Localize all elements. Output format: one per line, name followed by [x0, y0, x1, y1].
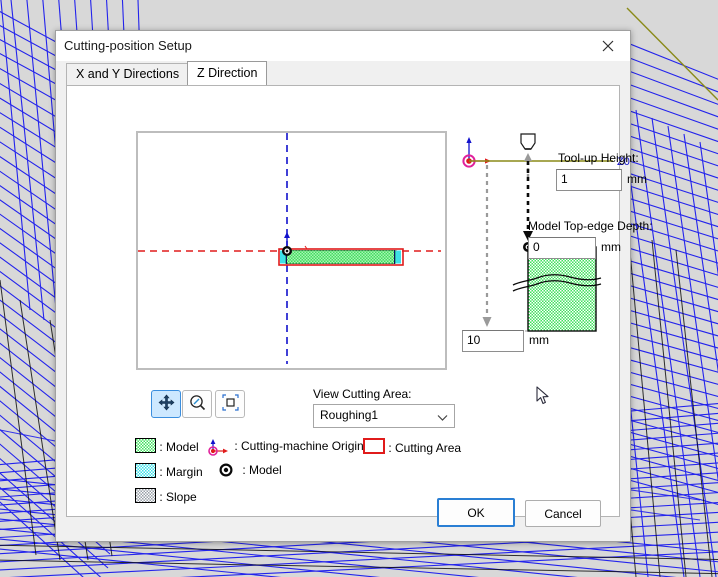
view-cutting-area-select[interactable]: Roughing1	[313, 404, 455, 428]
margin-color-swatch	[135, 463, 156, 478]
cutting-position-setup-dialog: Cutting-position Setup X and Y Direction…	[55, 30, 653, 542]
dialog-title: Cutting-position Setup	[64, 38, 192, 53]
ok-button-label: OK	[467, 505, 485, 520]
view-cutting-area-label: View Cutting Area:	[313, 387, 412, 401]
cutting-position-view-canvas[interactable]	[136, 131, 447, 370]
tab-x-and-y-directions[interactable]: X and Y Directions	[66, 63, 190, 85]
zoom-tool-button[interactable]	[182, 390, 212, 418]
radio-model-icon	[219, 463, 233, 480]
mouse-cursor	[536, 386, 550, 411]
legend-model-label: : Model	[159, 440, 199, 454]
tool-up-height-unit: mm	[627, 172, 647, 186]
tab-label: X and Y Directions	[76, 67, 180, 81]
tool-up-height-label: Tool-up Height:	[558, 151, 639, 165]
cancel-button[interactable]: Cancel	[525, 500, 601, 527]
legend-margin: : Margin	[135, 463, 203, 479]
legend-margin-label: : Margin	[159, 465, 203, 479]
fit-to-window-icon	[221, 394, 239, 414]
close-icon[interactable]	[586, 31, 630, 60]
model-top-edge-depth-unit: mm	[601, 240, 621, 254]
model-top-edge-depth-label: Model Top-edge Depth:	[528, 219, 653, 233]
legend-slope-label: : Slope	[159, 490, 197, 504]
legend-origin-label: : Cutting-machine Origin	[234, 439, 364, 453]
model-color-swatch	[135, 438, 156, 453]
tool-up-height-field[interactable]: 1	[556, 169, 622, 191]
view-cutting-area-value: Roughing1	[320, 408, 379, 422]
slope-color-swatch	[135, 488, 156, 503]
model-thickness-unit: mm	[529, 333, 549, 347]
tool-up-height-value: 1	[561, 172, 568, 186]
model-thickness-field[interactable]: 10	[462, 330, 524, 352]
tab-z-direction[interactable]: Z Direction	[187, 61, 268, 85]
cancel-button-label: Cancel	[544, 506, 582, 521]
legend-origin-model[interactable]: : Model	[219, 463, 282, 480]
model-top-edge-depth-field[interactable]: 0	[528, 237, 596, 259]
legend-origin-model-label: : Model	[242, 463, 282, 477]
chevron-down-icon	[437, 411, 448, 425]
model-top-edge-depth-value: 0	[533, 240, 540, 254]
legend-slope: : Slope	[135, 488, 197, 504]
machine-origin-icon	[207, 438, 231, 459]
ok-button[interactable]: OK	[437, 498, 515, 527]
move-arrows-icon	[158, 394, 175, 414]
magnifier-icon	[189, 394, 206, 414]
legend-cutting-machine-origin: : Cutting-machine Origin	[207, 438, 364, 459]
cutting-area-swatch	[363, 438, 385, 454]
legend-model: : Model	[135, 438, 199, 454]
tab-label: Z Direction	[197, 66, 258, 80]
pan-tool-button[interactable]	[151, 390, 181, 418]
model-thickness-value: 10	[467, 333, 481, 347]
legend-cutting-area-label: : Cutting Area	[388, 441, 462, 455]
legend-cutting-area: : Cutting Area	[363, 438, 461, 455]
dialog-titlebar: Cutting-position Setup	[56, 31, 630, 61]
tab-panel-z-direction: View Cutting Area: Roughing1 : Model : M…	[66, 85, 653, 517]
fit-to-window-button[interactable]	[215, 390, 245, 418]
